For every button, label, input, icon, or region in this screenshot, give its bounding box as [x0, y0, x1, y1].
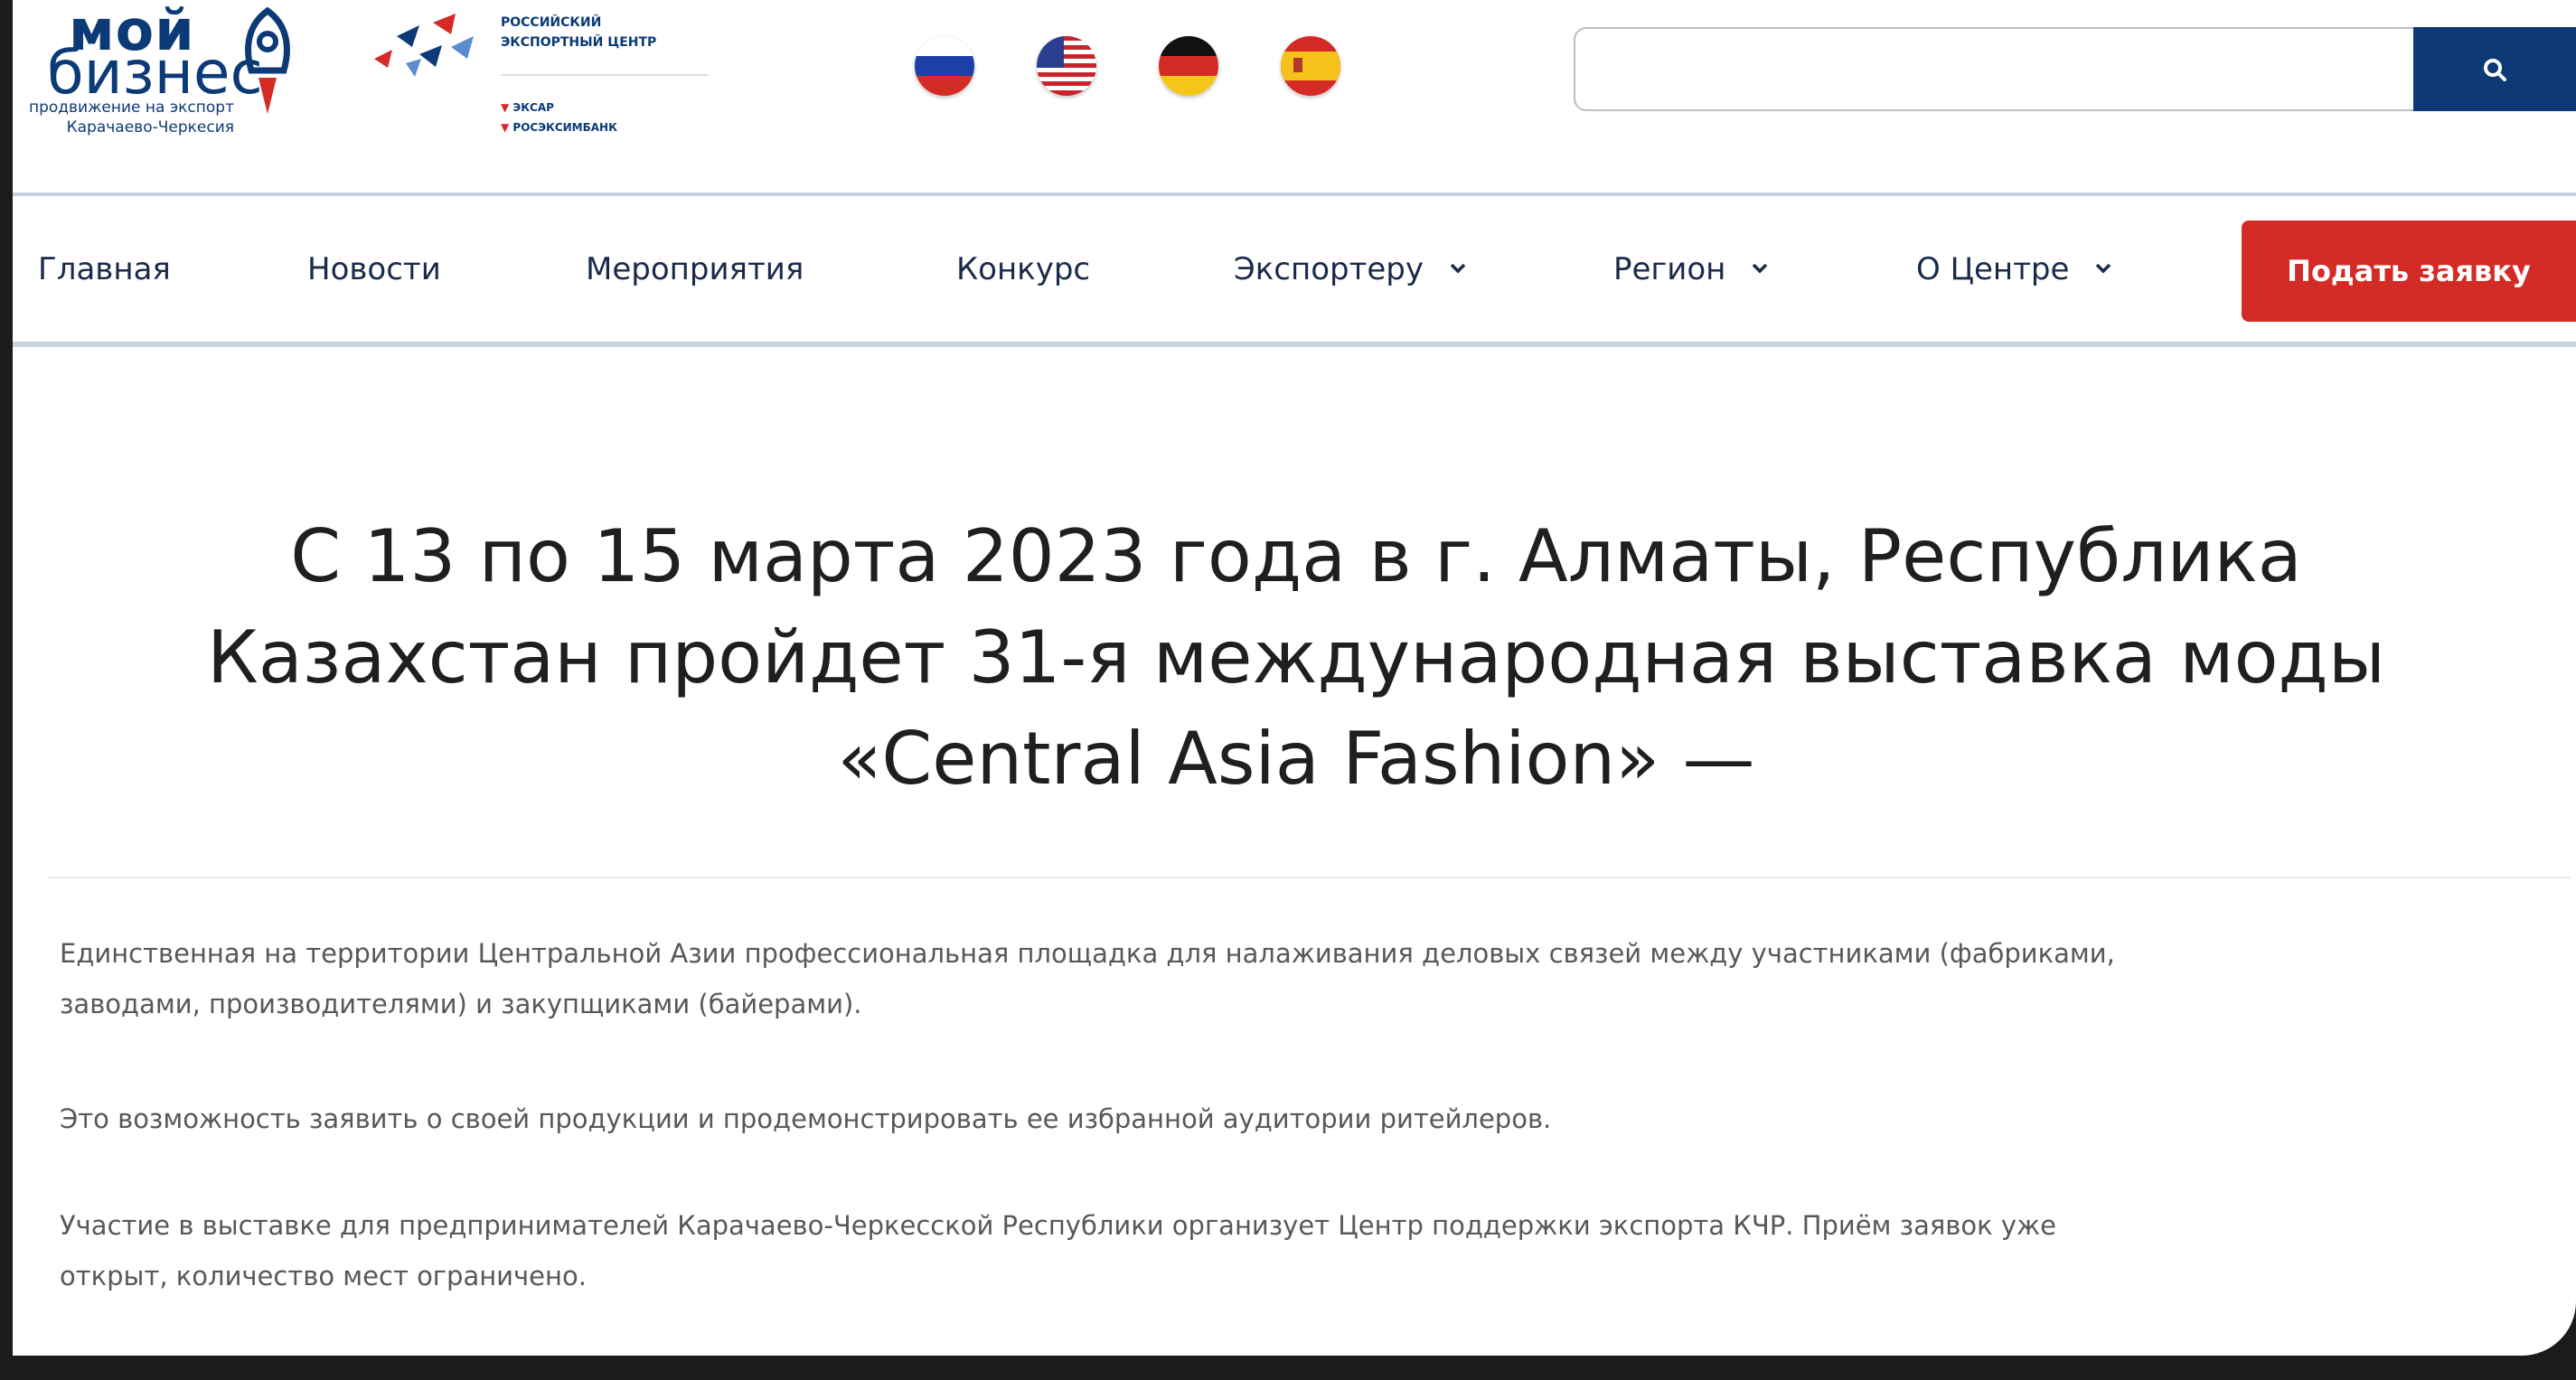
logo-subtitle: продвижение на экспорт Карачаево-Черкеси… [13, 98, 234, 137]
logo-subtitle-line1: продвижение на экспорт [28, 99, 234, 117]
web-page: мой бизнес продвижение на экспорт Карача… [13, 0, 2576, 1356]
apply-button[interactable]: Подать заявку [2242, 221, 2576, 322]
chevron-down-icon [2095, 263, 2111, 273]
russia-flag-icon[interactable] [915, 36, 974, 96]
main-navigation: Главная Новости Мероприятия Конкурс Эксп… [13, 196, 2576, 343]
usa-flag-icon[interactable] [1037, 36, 1096, 96]
nav-item-exporter-label: Экспортеру [1234, 251, 1424, 287]
rec-title: РОССИЙСКИЙ ЭКСПОРТНЫЙ ЦЕНТР [501, 13, 656, 52]
rec-partners: ЭКСАР РОСЭКСИМБАНК [501, 98, 617, 137]
logo-subtitle-line2: Карачаево-Черкесия [66, 118, 234, 136]
article-title-line2: Казахстан пройдет 31-я международная выс… [206, 615, 2386, 699]
rec-logo[interactable]: РОССИЙСКИЙ ЭКСПОРТНЫЙ ЦЕНТР ЭКСАР РОСЭКС… [365, 0, 736, 154]
nav-item-home[interactable]: Главная [38, 250, 171, 288]
paragraph-3-line1: Участие в выставке для предпринимателей … [60, 1210, 2056, 1241]
article-title: С 13 по 15 марта 2023 года в г. Алматы, … [49, 506, 2543, 810]
nav-item-contest[interactable]: Конкурс [956, 250, 1090, 288]
chevron-down-icon [1752, 263, 1768, 273]
paragraph-1-line1: Единственная на территории Центральной А… [60, 938, 2115, 969]
article-paragraph-2: Это возможность заявить о своей продукци… [60, 1103, 1552, 1134]
rec-title-line1: РОССИЙСКИЙ [501, 15, 602, 30]
rec-partner-exar: ЭКСАР [501, 98, 617, 117]
nav-item-about[interactable]: О Центре [1916, 250, 2111, 288]
article-title-line3: «Central Asia Fashion» — [837, 717, 1755, 801]
rocket-icon [245, 7, 290, 114]
rec-divider [501, 74, 709, 76]
rec-partner-roseximbank: РОСЭКСИМБАНК [501, 117, 617, 137]
paragraph-1-line2: заводами, производителями) и закупщиками… [60, 989, 862, 1019]
nav-item-events[interactable]: Мероприятия [586, 250, 804, 288]
nav-item-news[interactable]: Новости [307, 250, 441, 288]
germany-flag-icon[interactable] [1159, 36, 1218, 96]
article-paragraph-1: Единственная на территории Центральной А… [60, 928, 2554, 1029]
title-divider [49, 877, 2571, 878]
rec-emblem-icon [374, 14, 474, 77]
article-title-line1: С 13 по 15 марта 2023 года в г. Алматы, … [290, 514, 2302, 598]
rec-title-line2: ЭКСПОРТНЫЙ ЦЕНТР [501, 35, 657, 50]
nav-item-region-label: Регион [1613, 251, 1726, 287]
nav-item-about-label: О Центре [1916, 251, 2070, 287]
moy-biznes-logo[interactable]: мой бизнес продвижение на экспорт Карача… [13, 0, 290, 158]
spain-flag-icon[interactable] [1281, 36, 1340, 96]
nav-item-exporter[interactable]: Экспортеру [1234, 250, 1466, 288]
chevron-down-icon [1450, 263, 1466, 273]
logo-word-main: бизнес [47, 38, 263, 108]
search-icon [2484, 58, 2506, 81]
search-button[interactable] [2413, 27, 2576, 111]
paragraph-3-line2: открыт, количество мест ограничено. [60, 1261, 587, 1291]
nav-bottom-border [13, 342, 2576, 347]
nav-item-region[interactable]: Регион [1613, 250, 1768, 288]
article-paragraph-3: Участие в выставке для предпринимателей … [60, 1200, 2554, 1301]
